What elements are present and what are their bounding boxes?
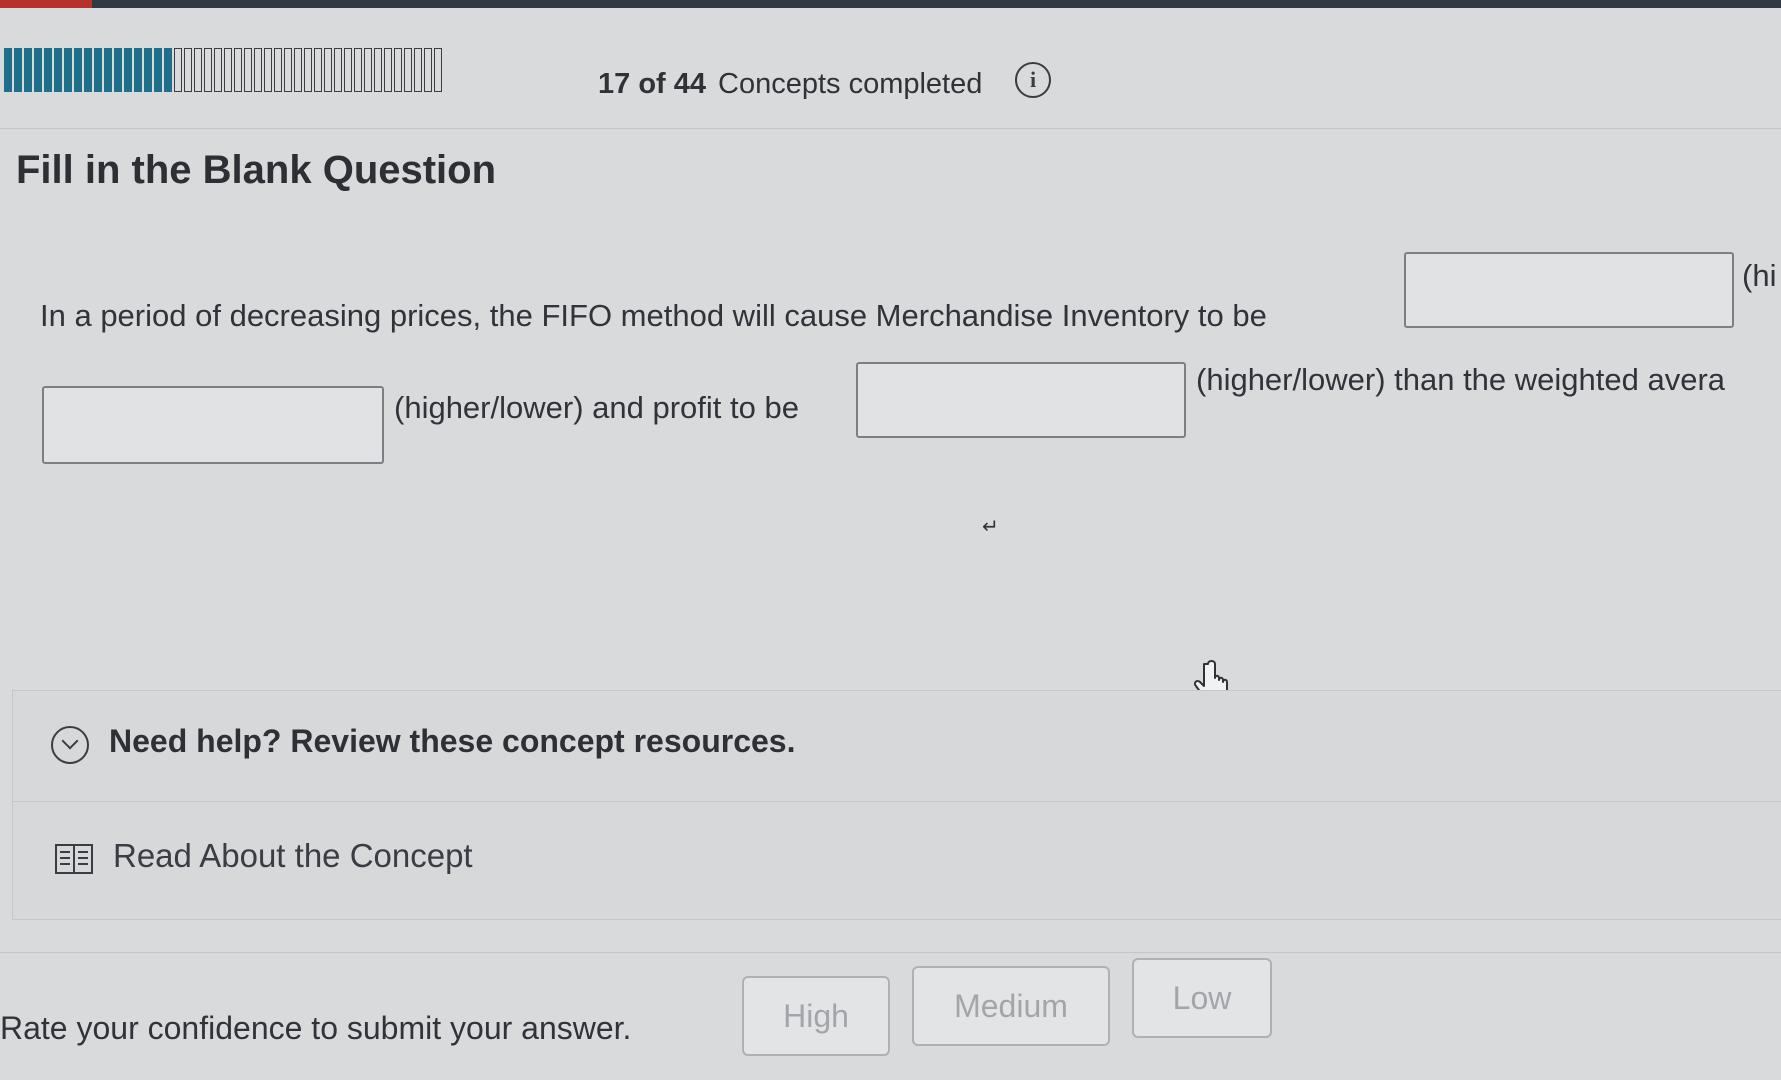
progress-segment-complete [134, 48, 142, 92]
progress-segment-incomplete [294, 48, 302, 92]
progress-segment-incomplete [424, 48, 432, 92]
progress-segment-incomplete [204, 48, 212, 92]
progress-segment-incomplete [244, 48, 252, 92]
progress-segment-incomplete [194, 48, 202, 92]
progress-segment-complete [114, 48, 122, 92]
progress-segment-incomplete [304, 48, 312, 92]
progress-segment-complete [104, 48, 112, 92]
progress-segment-incomplete [254, 48, 262, 92]
progress-segment-incomplete [394, 48, 402, 92]
help-panel: Need help? Review these concept resource… [12, 690, 1781, 920]
progress-segment-complete [4, 48, 12, 92]
question-title: Fill in the Blank Question [16, 148, 497, 192]
progress-segment-incomplete [344, 48, 352, 92]
divider [0, 952, 1781, 953]
progress-segment-complete [14, 48, 22, 92]
blank-input-1[interactable] [1404, 252, 1734, 328]
progress-segment-incomplete [214, 48, 222, 92]
blank-input-3[interactable] [856, 362, 1186, 438]
progress-segment-incomplete [264, 48, 272, 92]
progress-segment-complete [34, 48, 42, 92]
progress-segment-incomplete [374, 48, 382, 92]
progress-segment-complete [144, 48, 152, 92]
progress-segment-incomplete [354, 48, 362, 92]
read-concept-label[interactable]: Read About the Concept [113, 837, 473, 875]
progress-segment-complete [64, 48, 72, 92]
confidence-prompt: Rate your confidence to submit your answ… [0, 1010, 632, 1046]
confidence-low-button[interactable]: Low [1132, 958, 1272, 1038]
progress-segment-complete [74, 48, 82, 92]
progress-segment-complete [84, 48, 92, 92]
progress-segment-complete [154, 48, 162, 92]
text-cursor-mark: ↵ [982, 516, 999, 538]
progress-label: Concepts completed [718, 67, 983, 100]
progress-segment-incomplete [184, 48, 192, 92]
top-accent [0, 0, 92, 8]
confidence-medium-button[interactable]: Medium [912, 966, 1110, 1046]
progress-segment-complete [54, 48, 62, 92]
top-strip [0, 0, 1781, 8]
progress-segment-incomplete [404, 48, 412, 92]
blank-input-2[interactable] [42, 386, 384, 464]
question-text-line1: In a period of decreasing prices, the FI… [40, 298, 1267, 333]
progress-segment-incomplete [234, 48, 242, 92]
progress-segment-complete [24, 48, 32, 92]
progress-segment-incomplete [364, 48, 372, 92]
progress-segment-complete [124, 48, 132, 92]
progress-segment-incomplete [334, 48, 342, 92]
read-concept-link[interactable]: Read About the Concept [13, 801, 1781, 919]
concept-progress-bar [4, 48, 442, 92]
progress-segment-complete [94, 48, 102, 92]
info-icon[interactable]: i [1015, 62, 1051, 98]
confidence-high-button[interactable]: High [742, 976, 890, 1056]
progress-text: 17 of 44 Concepts completed [598, 34, 982, 134]
progress-segment-incomplete [274, 48, 282, 92]
help-toggle[interactable]: Need help? Review these concept resource… [13, 691, 1781, 802]
question-text-line2-tail: (higher/lower) than the weighted avera [1196, 362, 1726, 397]
progress-segment-incomplete [434, 48, 442, 92]
question-text-line2: (higher/lower) and profit to be [394, 390, 799, 425]
progress-count: 17 of 44 [598, 67, 706, 100]
progress-segment-complete [164, 48, 172, 92]
progress-segment-incomplete [414, 48, 422, 92]
divider [0, 128, 1781, 129]
progress-segment-incomplete [284, 48, 292, 92]
progress-segment-incomplete [324, 48, 332, 92]
progress-segment-incomplete [314, 48, 322, 92]
chevron-down-icon[interactable] [51, 726, 89, 764]
progress-segment-incomplete [224, 48, 232, 92]
question-text-line1-tail: (hi [1742, 258, 1777, 293]
book-icon [55, 844, 93, 874]
progress-segment-complete [44, 48, 52, 92]
progress-segment-incomplete [174, 48, 182, 92]
progress-row: 17 of 44 Concepts completed i [0, 34, 1781, 114]
help-heading[interactable]: Need help? Review these concept resource… [109, 723, 795, 760]
progress-segment-incomplete [384, 48, 392, 92]
